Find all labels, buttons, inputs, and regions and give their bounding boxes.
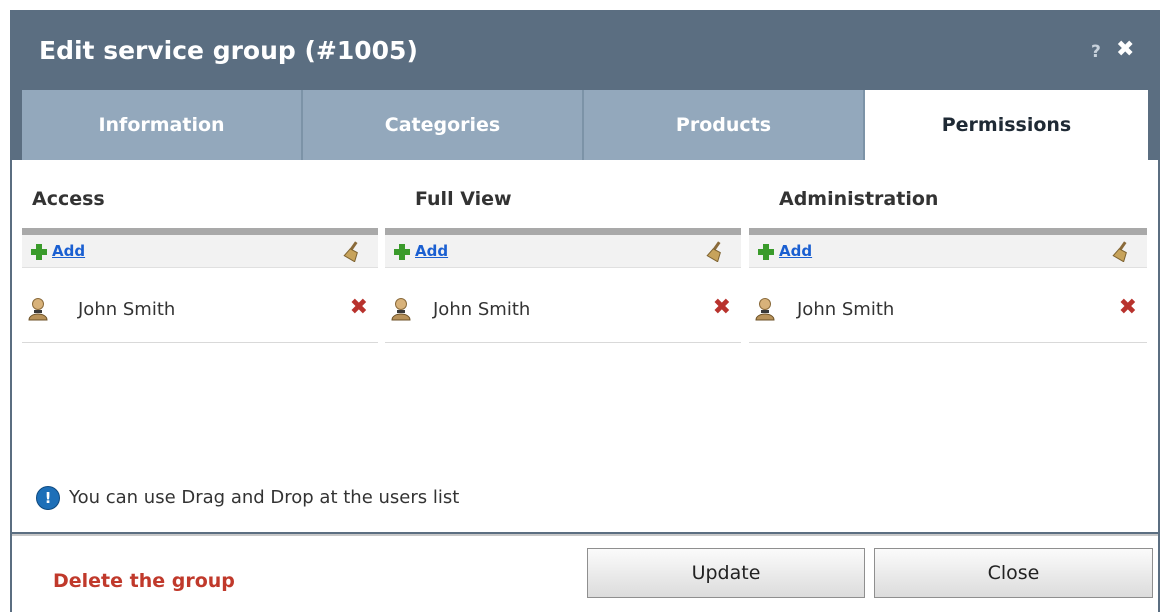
user-icon (391, 298, 411, 321)
column-heading-full-view: Full View (415, 188, 512, 210)
column-divider (385, 228, 741, 235)
tab-bar: Information Categories Products Permissi… (22, 90, 1148, 160)
delete-group-link[interactable]: Delete the group (53, 570, 235, 592)
column-toolbar: Add (22, 235, 378, 268)
user-name: John Smith (78, 299, 176, 320)
user-row[interactable]: John Smith ✖ (749, 267, 1147, 343)
user-row[interactable]: John Smith ✖ (385, 267, 741, 343)
close-button[interactable]: Close (874, 548, 1153, 598)
close-icon[interactable]: ✖ (1116, 39, 1134, 61)
dialog-footer: Delete the group Update Close (12, 534, 1158, 614)
plus-icon[interactable] (31, 244, 47, 260)
column-heading-access: Access (32, 188, 105, 210)
column-divider (749, 228, 1147, 235)
hint-text: You can use Drag and Drop at the users l… (69, 487, 460, 508)
delete-x-icon[interactable]: ✖ (713, 297, 731, 319)
plus-icon[interactable] (758, 244, 774, 260)
help-icon[interactable]: ? (1091, 42, 1101, 62)
edit-service-group-dialog: Edit service group (#1005) ? ✖ Informati… (10, 10, 1160, 614)
user-row[interactable]: John Smith ✖ (22, 267, 378, 343)
tab-categories[interactable]: Categories (303, 90, 584, 160)
broom-icon[interactable] (1111, 240, 1133, 262)
dialog-title: Edit service group (#1005) (39, 36, 418, 65)
info-icon: ! (36, 486, 60, 510)
delete-x-icon[interactable]: ✖ (350, 297, 368, 319)
user-name: John Smith (433, 299, 531, 320)
administration-column: Administration Add John Smith ✖ (749, 160, 1147, 360)
tab-products[interactable]: Products (584, 90, 865, 160)
add-access-link[interactable]: Add (52, 242, 85, 260)
tab-information[interactable]: Information (22, 90, 303, 160)
delete-x-icon[interactable]: ✖ (1119, 297, 1137, 319)
access-column: Access Add John Smith ✖ (22, 160, 378, 360)
permissions-panel: Access Add John Smith ✖ Full View Add Jo… (12, 160, 1158, 532)
dialog-titlebar[interactable]: Edit service group (#1005) ? ✖ (10, 10, 1160, 90)
column-toolbar: Add (749, 235, 1147, 268)
broom-icon[interactable] (705, 240, 727, 262)
full-view-column: Full View Add John Smith ✖ (385, 160, 741, 360)
add-administration-link[interactable]: Add (779, 242, 812, 260)
add-full-view-link[interactable]: Add (415, 242, 448, 260)
user-icon (755, 298, 775, 321)
broom-icon[interactable] (342, 240, 364, 262)
tab-permissions[interactable]: Permissions (865, 90, 1148, 160)
column-toolbar: Add (385, 235, 741, 268)
column-heading-administration: Administration (779, 188, 939, 210)
column-divider (22, 228, 378, 235)
update-button[interactable]: Update (587, 548, 865, 598)
plus-icon[interactable] (394, 244, 410, 260)
user-icon (28, 298, 48, 321)
user-name: John Smith (797, 299, 895, 320)
